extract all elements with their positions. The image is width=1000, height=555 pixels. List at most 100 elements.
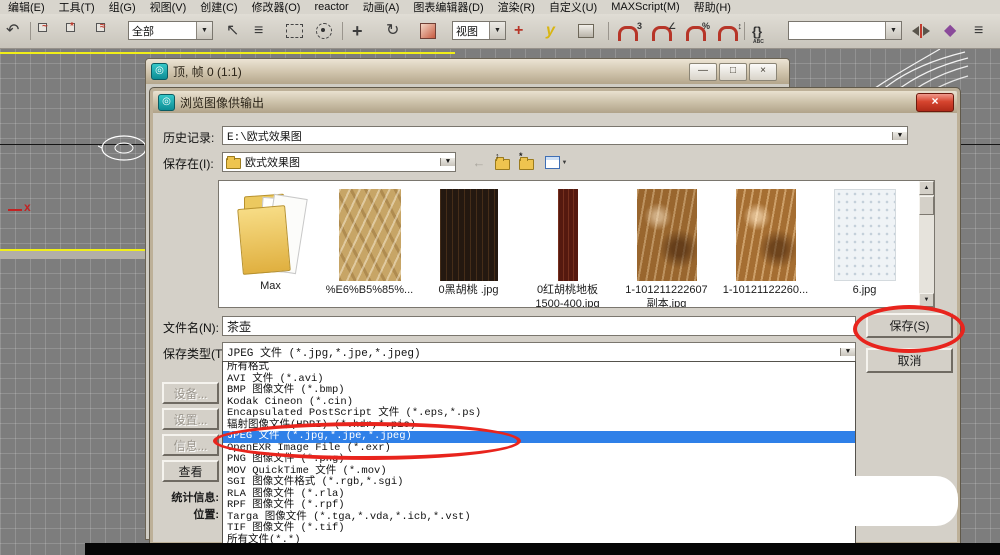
new-folder-icon[interactable]: * <box>515 152 537 173</box>
menu-item-graph-editors[interactable]: 图表编辑器(D) <box>413 0 483 15</box>
scrollbar[interactable]: ▲ ▼ <box>919 181 934 307</box>
image-thumbnail <box>558 189 578 281</box>
menu-item-group[interactable]: 组(G) <box>109 0 136 15</box>
history-dropdown[interactable]: E:\欧式效果图 ▼ <box>222 126 908 145</box>
menu-item-maxscript[interactable]: MAXScript(M) <box>611 1 679 13</box>
select-and-scale-icon[interactable] <box>420 20 436 42</box>
list-item[interactable]: Max <box>221 181 320 308</box>
menu-item-views[interactable]: 视图(V) <box>150 0 187 15</box>
file-name-input[interactable]: 茶壶 <box>222 316 856 336</box>
view-menu-icon[interactable]: ▼ <box>541 152 571 173</box>
save-in-label: 保存在(I): <box>163 155 214 172</box>
file-type-option[interactable]: RPF 图像文件 (*.rpf) <box>223 500 855 512</box>
menu-item-tools[interactable]: 工具(T) <box>59 0 95 15</box>
scrollbar-thumb[interactable] <box>919 196 934 215</box>
maximize-button[interactable]: □ <box>719 63 747 81</box>
select-by-name-icon[interactable]: ≡ <box>254 20 263 42</box>
dialog-titlebar: ◎ 浏览图像供输出 <box>153 91 957 113</box>
scroll-up-icon[interactable]: ▲ <box>919 181 934 195</box>
image-thumbnail <box>736 189 796 281</box>
list-item[interactable]: %E6%B5%85%... <box>320 181 419 308</box>
list-item[interactable]: 0红胡桃地板 1500-400.jpg <box>518 181 617 308</box>
select-and-link-icon[interactable]: ~ <box>38 20 56 42</box>
layers-icon[interactable]: ≡ <box>974 20 983 42</box>
file-type-dropdown[interactable]: JPEG 文件 (*.jpg,*.jpe,*.jpeg) ▼ <box>222 342 856 362</box>
view-button[interactable]: 查看 <box>162 460 219 482</box>
file-type-option-selected[interactable]: JPEG 文件 (*.jpg,*.jpe,*.jpeg) <box>223 431 855 443</box>
crossing-selection-icon[interactable] <box>316 20 332 42</box>
list-item[interactable]: 0黑胡桃 .jpg <box>419 181 518 308</box>
reference-coordinate-dropdown[interactable]: 视图▼ <box>452 21 506 40</box>
file-type-option[interactable]: 所有格式 <box>223 362 855 374</box>
file-type-option[interactable]: Encapsulated PostScript 文件 (*.eps,*.ps) <box>223 408 855 420</box>
chevron-down-icon[interactable]: ▼ <box>440 158 455 166</box>
unlink-selection-icon[interactable]: * <box>66 20 84 42</box>
mirror-icon[interactable] <box>912 20 930 42</box>
named-selection-sets-icon[interactable]: {}ABC <box>752 20 762 42</box>
file-type-option[interactable]: SGI 图像文件格式 (*.rgb,*.sgi) <box>223 477 855 489</box>
menu-item-edit[interactable]: 编辑(E) <box>8 0 45 15</box>
scroll-down-icon[interactable]: ▼ <box>919 293 934 307</box>
up-one-level-icon[interactable]: ↑ <box>491 152 513 173</box>
back-icon[interactable]: ← <box>468 152 490 173</box>
dialog-icon: ◎ <box>158 94 175 111</box>
bind-to-space-warp-icon[interactable]: ≈ <box>96 20 114 42</box>
menu-item-reactor[interactable]: reactor <box>314 1 348 13</box>
save-button[interactable]: 保存(S) <box>866 313 953 338</box>
folder-icon <box>226 158 241 169</box>
menu-item-help[interactable]: 帮助(H) <box>694 0 731 15</box>
select-and-manipulate-icon[interactable]: y <box>546 20 555 42</box>
undo-icon[interactable]: ↶ <box>6 20 19 42</box>
snap-toggle-3d-icon[interactable]: 3 <box>618 20 638 42</box>
select-and-move-icon[interactable]: + <box>352 20 363 42</box>
pivot-box-icon[interactable] <box>578 20 594 42</box>
chevron-down-icon[interactable]: ▼ <box>489 22 505 39</box>
cancel-button[interactable]: 取消 <box>866 348 953 373</box>
rectangular-selection-region-icon[interactable] <box>286 20 303 42</box>
file-type-option[interactable]: PNG 图像文件 (*.png) <box>223 454 855 466</box>
percent-snap-icon[interactable]: % <box>686 20 706 42</box>
toolbar-separator <box>744 22 745 40</box>
selection-filter-dropdown[interactable]: 全部▼ <box>128 21 213 40</box>
active-viewport-border-top <box>0 52 455 54</box>
folder-thumbnail <box>238 189 304 277</box>
file-type-option[interactable]: TIF 图像文件 (*.tif) <box>223 523 855 535</box>
list-item[interactable]: 1-101211222607 副本.jpg <box>617 181 716 308</box>
angle-snap-icon[interactable]: ∠ <box>652 20 672 42</box>
file-type-option[interactable]: BMP 图像文件 (*.bmp) <box>223 385 855 397</box>
location-label: 位置: <box>153 506 219 522</box>
devices-button[interactable]: 设备... <box>162 382 219 404</box>
list-item[interactable]: 1-10121122260... <box>716 181 815 308</box>
select-and-rotate-icon[interactable]: ↻ <box>386 20 399 42</box>
menu-item-create[interactable]: 创建(C) <box>200 0 237 15</box>
use-pivot-center-icon[interactable]: + <box>514 20 523 42</box>
select-object-icon[interactable]: ↖ <box>226 20 239 42</box>
toolbar-separator <box>608 22 609 40</box>
menu-bar: 编辑(E) 工具(T) 组(G) 视图(V) 创建(C) 修改器(O) reac… <box>0 0 1000 14</box>
file-name-label: 文件名(N): <box>163 319 219 336</box>
align-icon[interactable]: ◆ <box>944 20 956 42</box>
chevron-down-icon[interactable]: ▼ <box>840 348 855 356</box>
menu-item-rendering[interactable]: 渲染(R) <box>498 0 535 15</box>
close-button[interactable]: × <box>749 63 777 81</box>
render-window-icon: ◎ <box>151 63 168 80</box>
chevron-down-icon[interactable]: ▼ <box>885 22 901 39</box>
menu-item-animation[interactable]: 动画(A) <box>363 0 400 15</box>
history-label: 历史记录: <box>163 129 214 146</box>
chevron-down-icon[interactable]: ▼ <box>892 132 907 140</box>
image-thumbnail <box>339 189 401 281</box>
file-type-label: 保存类型(T): <box>163 345 230 362</box>
menu-item-customize[interactable]: 自定义(U) <box>549 0 597 15</box>
minimize-button[interactable]: — <box>689 63 717 81</box>
setup-button[interactable]: 设置... <box>162 408 219 430</box>
dialog-close-button[interactable]: × <box>916 93 954 112</box>
list-item[interactable]: 6.jpg <box>815 181 914 308</box>
dialog-title: 浏览图像供输出 <box>180 94 264 111</box>
menu-item-modifiers[interactable]: 修改器(O) <box>252 0 301 15</box>
save-in-dropdown[interactable]: 欧式效果图 ▼ <box>222 152 456 172</box>
spinner-snap-icon[interactable]: ↕ <box>718 20 738 42</box>
named-selection-dropdown[interactable]: ▼ <box>788 21 902 40</box>
info-button[interactable]: 信息... <box>162 434 219 456</box>
chevron-down-icon[interactable]: ▼ <box>196 22 212 39</box>
image-thumbnail <box>637 189 697 281</box>
